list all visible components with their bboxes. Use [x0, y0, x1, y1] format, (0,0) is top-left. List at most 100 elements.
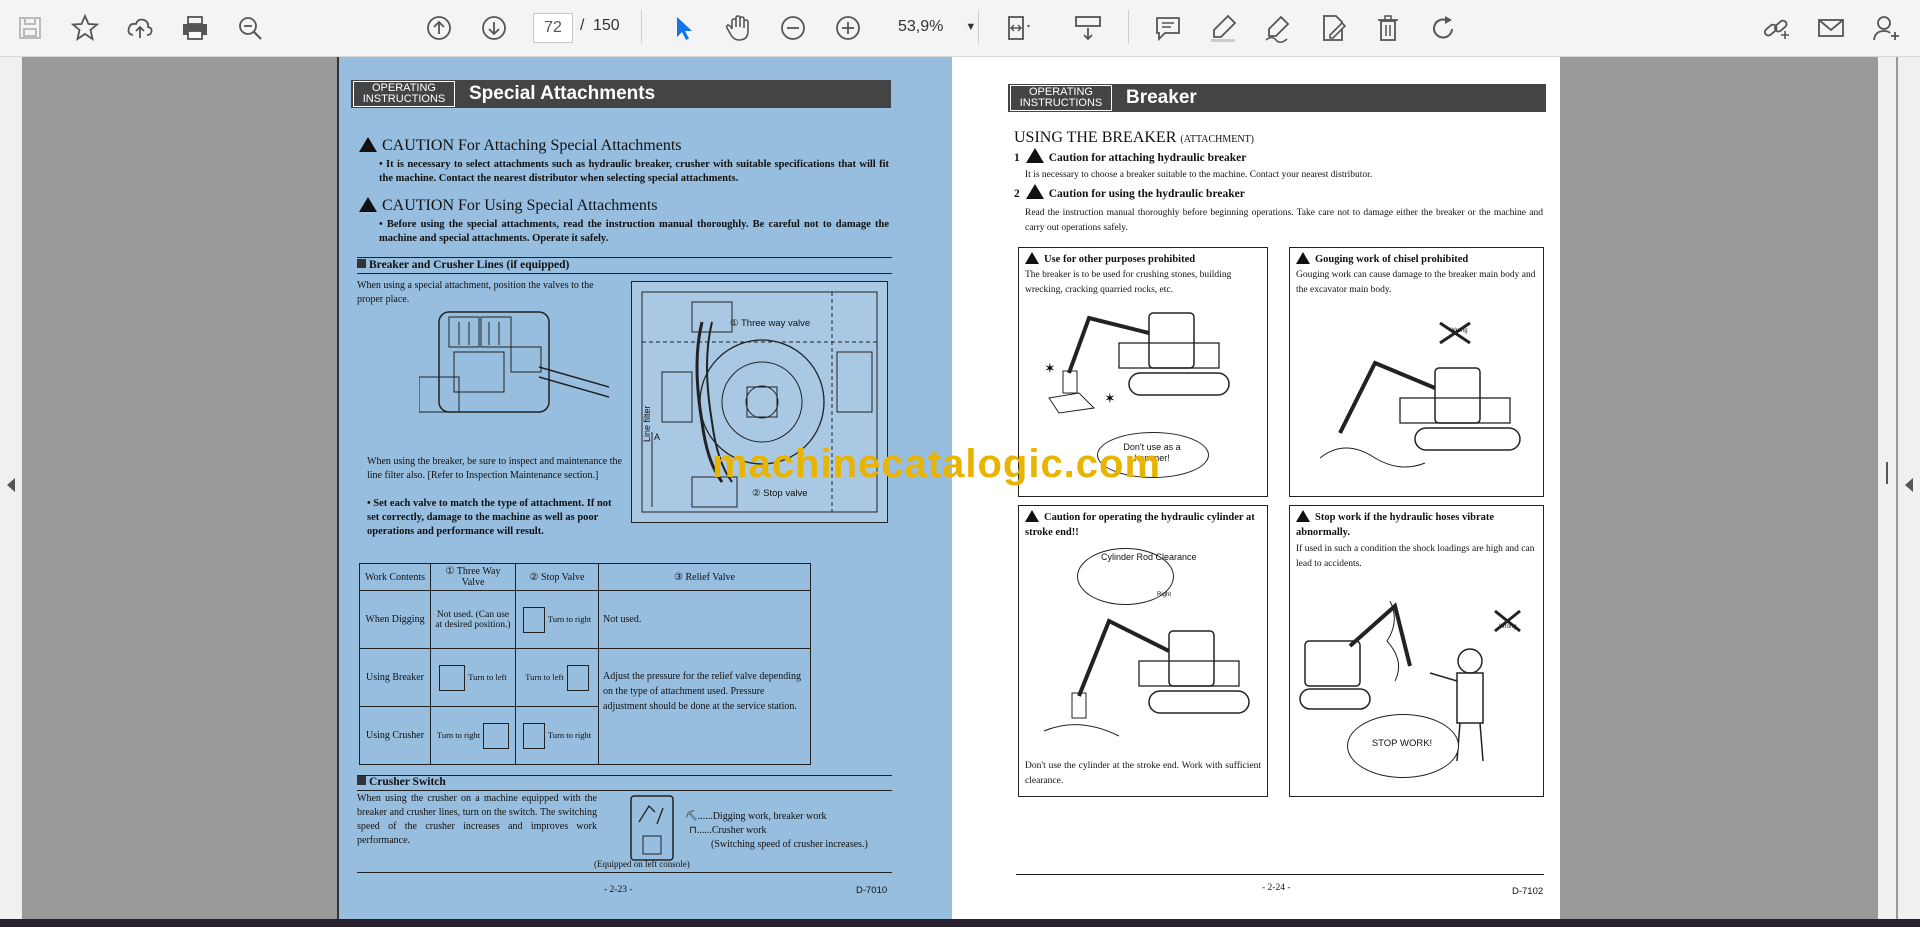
point-a-label: A [654, 432, 661, 442]
valve-dial-icon [522, 722, 545, 749]
page-total: 150 [593, 17, 620, 34]
taskbar-strip [0, 919, 1920, 927]
caution1-title: CAUTION For Attaching Special Attachment… [359, 137, 682, 155]
zoom-select[interactable]: 53,9% ▼ [890, 13, 980, 41]
wrong-label: Wrong [1450, 328, 1468, 334]
add-user-icon[interactable] [1868, 10, 1904, 46]
table-cell: Turn to left [430, 648, 516, 707]
box-text: Gouging work can cause damage to the bre… [1296, 270, 1536, 295]
zoom-value: 53,9% [898, 18, 944, 35]
edit-pdf-icon[interactable] [1315, 10, 1351, 46]
divider [357, 872, 892, 873]
wrong-label: Wrong [1499, 624, 1517, 630]
warning-icon [1025, 252, 1039, 264]
table-cell: Turn to right [515, 706, 599, 765]
share-link-icon[interactable] [1758, 10, 1794, 46]
valve-bullet-note: • Set each valve to match the type of at… [367, 498, 612, 537]
sign-icon[interactable] [1260, 10, 1296, 46]
section1-title: Breaker and Crusher Lines (if equipped) [357, 259, 569, 271]
page-header: OPERATING INSTRUCTIONS Breaker [1008, 84, 1546, 112]
warning-icon [1296, 510, 1310, 522]
switch-mode-2: ⊓......Crusher work [689, 825, 767, 836]
delete-icon[interactable] [1370, 10, 1406, 46]
highlight-icon[interactable] [1205, 10, 1241, 46]
valve-dial-icon [566, 664, 589, 691]
caution1-text: • It is necessary to select attachments … [379, 159, 889, 184]
fit-page-icon[interactable] [1000, 10, 1036, 46]
section2-title: Crusher Switch [357, 776, 446, 788]
table-row: Using Breaker Turn to left Turn to left … [359, 648, 811, 765]
line-filter-label: Line filter [642, 405, 652, 442]
left-panel-arrow-icon[interactable] [7, 478, 15, 492]
divider [357, 790, 892, 791]
table-cell: Using Crusher [359, 706, 431, 765]
table-cell: When Digging [359, 590, 431, 649]
watermark: machinecatalogic.com [712, 442, 1162, 486]
crusher-mode-icon: ⊓ [689, 825, 697, 836]
caution-box-gouging: Gouging work of chisel prohibited Gougin… [1289, 247, 1544, 497]
header-tag: OPERATING INSTRUCTIONS [1010, 85, 1112, 111]
comment-icon[interactable] [1150, 10, 1186, 46]
digging-mode-icon: ⛏ [685, 811, 698, 822]
hand-icon[interactable] [720, 10, 756, 46]
zoom-out-icon[interactable] [775, 10, 811, 46]
toolbar: 72 / 150 53,9% ▼ [0, 0, 1920, 57]
header-title: Special Attachments [469, 83, 656, 104]
table-cell: Turn to right [430, 706, 516, 765]
divider [357, 273, 892, 274]
box-title: Caution for operating the hydraulic cyli… [1025, 510, 1255, 538]
three-way-valve-label: ① Three way valve [730, 318, 811, 329]
page-number: - 2-24 - [1262, 883, 1291, 893]
machine-top-view-illustration [419, 311, 609, 413]
toolbar-divider [1128, 10, 1129, 44]
table-cell: Using Breaker [359, 648, 431, 707]
caution2-title: CAUTION For Using Special Attachments [359, 197, 658, 215]
table-cell: Turn to left [515, 648, 599, 707]
warning-icon [1025, 510, 1039, 522]
stop-valve-label: ② Stop valve [752, 488, 808, 499]
item1-title: 1 Caution for attaching hydraulic breaker [1014, 148, 1246, 164]
cursor-icon[interactable] [665, 10, 701, 46]
warning-icon [359, 137, 377, 152]
page-down-icon[interactable] [476, 10, 512, 46]
star-icon[interactable] [67, 10, 103, 46]
item1-text: It is necessary to choose a breaker suit… [1025, 170, 1373, 180]
valve-dial-icon [483, 722, 510, 749]
page-up-icon[interactable] [421, 10, 457, 46]
valve-settings-table: Work Contents ① Three Way Valve ② Stop V… [359, 563, 811, 765]
email-icon[interactable] [1813, 10, 1849, 46]
item2-title: 2 Caution for using the hydraulic breaker [1014, 184, 1245, 200]
page-code: D-7102 [1512, 886, 1544, 897]
page-header: OPERATING INSTRUCTIONS Special Attachmen… [351, 80, 891, 108]
table-row: When Digging Not used. (Can use at desir… [359, 590, 811, 649]
toolbar-divider [641, 10, 642, 44]
box-title: Use for other purposes prohibited [1025, 252, 1195, 265]
table-header-cell: ② Stop Valve [515, 563, 599, 591]
upload-icon[interactable] [122, 10, 158, 46]
warning-icon [1025, 184, 1044, 199]
warning-icon [1025, 148, 1044, 163]
switch-caption: (Equipped on left console) [594, 859, 690, 869]
scroll-mode-icon[interactable] [1070, 10, 1106, 46]
right-label: Right [1157, 592, 1172, 598]
rotate-icon[interactable] [1425, 10, 1461, 46]
page-code: D-7010 [856, 885, 888, 896]
excavator-gouging-illustration [1319, 321, 1521, 468]
table-cell: Not used. [598, 590, 811, 649]
vertical-scrollbar[interactable] [1878, 57, 1896, 919]
page-2-23: OPERATING INSTRUCTIONS Special Attachmen… [337, 57, 954, 919]
scrollbar-thumb[interactable] [1886, 462, 1888, 484]
print-icon[interactable] [177, 10, 213, 46]
switch-mode-1: ⛏......Digging work, breaker work [685, 811, 827, 822]
box-title: Gouging work of chisel prohibited [1296, 252, 1468, 265]
page-number-input[interactable]: 72 [533, 13, 573, 43]
right-panel-arrow-icon[interactable] [1905, 478, 1913, 492]
valve-dial-icon [439, 664, 466, 691]
zoom-in-icon[interactable] [830, 10, 866, 46]
save-icon[interactable] [12, 10, 48, 46]
zoom-search-icon[interactable] [232, 10, 268, 46]
caution2-text: • Before using the special attachments, … [379, 219, 889, 244]
header-title: Breaker [1126, 87, 1197, 108]
table-cell: Adjust the pressure for the relief valve… [598, 648, 811, 765]
header-tag: OPERATING INSTRUCTIONS [353, 81, 455, 107]
